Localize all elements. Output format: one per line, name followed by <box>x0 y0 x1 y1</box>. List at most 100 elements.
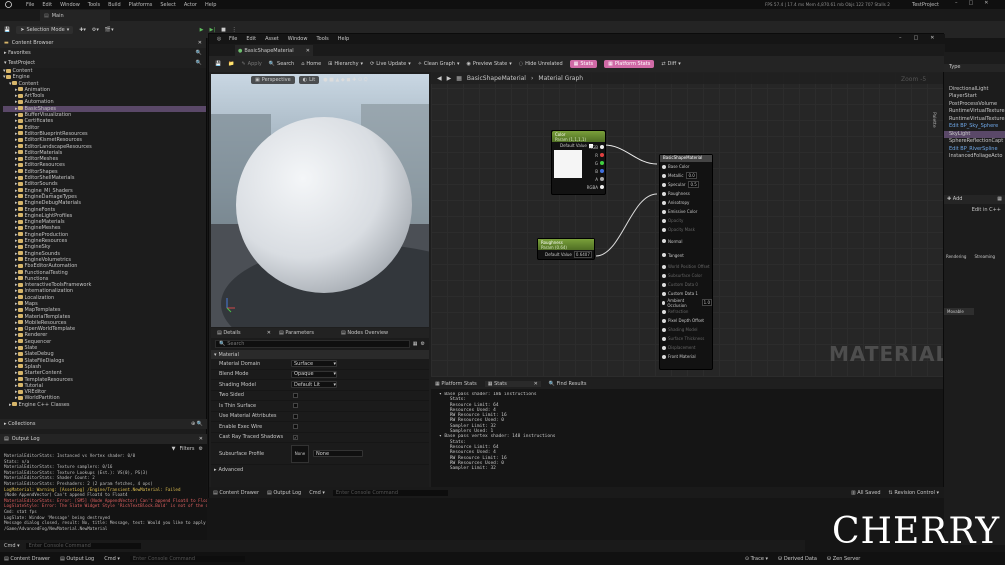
outliner-item[interactable]: DirectionalLight <box>944 86 1005 94</box>
edit-cpp-link[interactable]: Edit in C++ <box>944 207 1005 215</box>
minimize-icon[interactable]: – <box>899 35 902 41</box>
input-pin[interactable]: Opacity <box>660 216 712 225</box>
input-pin[interactable]: Pixel Depth Offset <box>660 316 712 325</box>
color-parameter-node[interactable]: Color Param (1,1,1,1) Default Value RGB R G… <box>551 130 606 195</box>
property-checkbox[interactable] <box>293 424 298 430</box>
outliner-item[interactable]: InstancedFoliageActo <box>944 153 1005 161</box>
apply-button[interactable]: ✎ Apply <box>241 61 261 67</box>
menu-actor[interactable]: Actor <box>184 2 197 8</box>
tab-platform-stats[interactable]: ▦ Platform Stats <box>435 381 477 387</box>
close-icon[interactable]: ✕ <box>199 436 203 442</box>
output-pin[interactable]: R <box>584 151 606 159</box>
output-log-button[interactable]: ▤ Output Log <box>60 556 94 562</box>
unreal-logo-icon[interactable] <box>0 0 16 9</box>
preview-viewport[interactable]: ▣ Perspective ◐ Lit ● ■ ▲ ◆ ◼ ✚ ⊙ ⛭ <box>211 74 429 327</box>
output-pin[interactable]: A <box>584 175 606 183</box>
clean-graph-button[interactable]: ✧ Clean Graph ▾ <box>418 61 460 67</box>
close-icon[interactable]: ✕ <box>198 40 202 46</box>
console-input[interactable]: Enter Console Command <box>332 489 448 496</box>
output-pin[interactable]: B <box>584 167 606 175</box>
input-pin[interactable]: Anisotropy <box>660 198 712 207</box>
material-menu-edit[interactable]: Edit <box>246 36 256 42</box>
grid-icon[interactable]: ▦ <box>413 341 418 347</box>
outliner-item[interactable]: Edit BP_Sky_Sphere <box>944 123 1005 131</box>
cinematics-icon[interactable]: 🎬▾ <box>105 27 114 33</box>
cmd-dropdown[interactable]: Cmd ▾ <box>4 543 20 549</box>
filter-icon[interactable]: ▼ <box>172 446 176 452</box>
output-log-button[interactable]: ▤ Output Log <box>267 490 301 496</box>
material-menu-asset[interactable]: Asset <box>265 36 279 42</box>
zen-server-button[interactable]: ⛁ Zen Server <box>827 556 860 562</box>
input-pin[interactable]: Surface Thickness <box>660 334 712 343</box>
console-input[interactable]: Enter Console Command <box>25 543 141 549</box>
input-pin[interactable]: World Position Offset <box>660 262 712 271</box>
step-icon[interactable]: ▶| <box>210 27 216 33</box>
add-actor-icon[interactable]: ✚▾ <box>79 27 86 33</box>
minimize-icon[interactable]: – <box>955 0 958 6</box>
property-checkbox[interactable] <box>293 403 298 409</box>
menu-build[interactable]: Build <box>108 2 121 8</box>
favorites-header[interactable]: ▸ Favorites 🔍 <box>0 48 206 58</box>
close-icon[interactable]: ✕ <box>267 330 271 336</box>
maximize-icon[interactable]: □ <box>914 35 919 41</box>
maximize-icon[interactable]: □ <box>969 0 974 6</box>
input-pin[interactable]: Metallic 0.0 <box>660 171 712 180</box>
live-update-button[interactable]: ⟳ Live Update ▾ <box>370 61 411 67</box>
cmd-dropdown[interactable]: Cmd ▾ <box>309 490 325 496</box>
all-saved-indicator[interactable]: ▥ All Saved <box>851 490 881 496</box>
close-icon[interactable]: ✕ <box>306 48 310 54</box>
viewport-shape-icons[interactable]: ● ■ ▲ ◆ ◼ ✚ ⊙ ⛭ <box>323 77 367 83</box>
roughness-parameter-node[interactable]: Roughness Param (0.64) Default Value 0.640… <box>537 238 595 260</box>
lit-button[interactable]: ◐ Lit <box>298 76 320 84</box>
close-icon[interactable]: ✕ <box>984 0 988 6</box>
options-icon[interactable]: ⋮ <box>232 27 237 33</box>
outliner-item[interactable]: RuntimeVirtualTexture <box>944 116 1005 124</box>
property-dropdown[interactable]: None <box>313 450 363 457</box>
grid-icon[interactable]: ▦ <box>997 196 1002 202</box>
settings-icon[interactable]: ⚙ <box>199 446 203 452</box>
input-pin[interactable]: Roughness <box>660 189 712 198</box>
input-pin[interactable]: Subsurface Color <box>660 271 712 280</box>
section-advanced-header[interactable]: ▸ Advanced <box>211 465 429 474</box>
property-dropdown[interactable]: Surface ▾ <box>291 360 337 368</box>
menu-tools[interactable]: Tools <box>88 2 100 8</box>
input-pin[interactable]: Base Color <box>660 162 712 171</box>
material-menu-help[interactable]: Help <box>338 36 349 42</box>
perspective-button[interactable]: ▣ Perspective <box>251 76 295 84</box>
outliner-item[interactable]: RuntimeVirtualTexture <box>944 108 1005 116</box>
search-button[interactable]: 🔍 Search <box>269 61 294 67</box>
input-pin[interactable]: Ambient Occlusion 1.0 <box>660 298 712 308</box>
input-pin[interactable]: Refraction <box>660 307 712 316</box>
stats-button[interactable]: ▦ Stats <box>569 60 598 68</box>
input-pin[interactable]: Tangent <box>660 248 712 262</box>
selection-mode-button[interactable]: ➤ Selection Mode ▾ <box>16 25 74 34</box>
add-button[interactable]: ✚ Add <box>947 196 962 202</box>
material-graph[interactable]: ◀ ▶ ▦ BasicShapeMaterial › Material Graph Z… <box>431 72 943 377</box>
property-dropdown[interactable]: Default Lit ▾ <box>291 381 337 389</box>
input-pin[interactable]: Front Material <box>660 352 712 361</box>
tab-nodes-overview[interactable]: ▤ Nodes Overview <box>341 330 388 336</box>
tab-details[interactable]: ▤ Details ✕ <box>217 330 275 336</box>
outliner-item[interactable]: SkyLight <box>944 130 1005 138</box>
hide-unrelated-button[interactable]: ◌ Hide Unrelated <box>519 61 563 67</box>
tab-basicshapematerial[interactable]: ● BasicShapeMaterial ✕ <box>235 45 313 56</box>
input-pin[interactable]: Custom Data 0 <box>660 280 712 289</box>
browse-button[interactable]: 📁 <box>228 61 234 67</box>
output-pin[interactable]: G <box>584 159 606 167</box>
palette-tab[interactable]: Palette <box>931 112 936 128</box>
trace-button[interactable]: ⊙ Trace ▾ <box>745 556 768 562</box>
home-button[interactable]: ⌂ Home <box>301 61 321 67</box>
save-icon[interactable]: 💾 <box>4 27 10 33</box>
cmd-dropdown[interactable]: Cmd ▾ <box>104 556 120 562</box>
save-button[interactable]: 💾 <box>215 61 221 67</box>
details-search-input[interactable]: 🔍 Search <box>215 340 410 348</box>
close-icon[interactable]: ✕ <box>534 381 538 387</box>
outliner-item[interactable]: SphereReflectionCapt <box>944 138 1005 146</box>
section-material-header[interactable]: ▾ Material <box>211 350 429 359</box>
tab-parameters[interactable]: ▤ Parameters <box>279 330 337 336</box>
output-pin[interactable]: RGBA <box>584 183 606 191</box>
revision-control-button[interactable]: ⇅ Revision Control ▾ <box>889 490 939 496</box>
input-pin[interactable]: Specular 0.5 <box>660 180 712 189</box>
console-input[interactable]: Enter Console Command <box>129 555 245 562</box>
blueprint-icon[interactable]: ⚙▾ <box>92 27 99 33</box>
